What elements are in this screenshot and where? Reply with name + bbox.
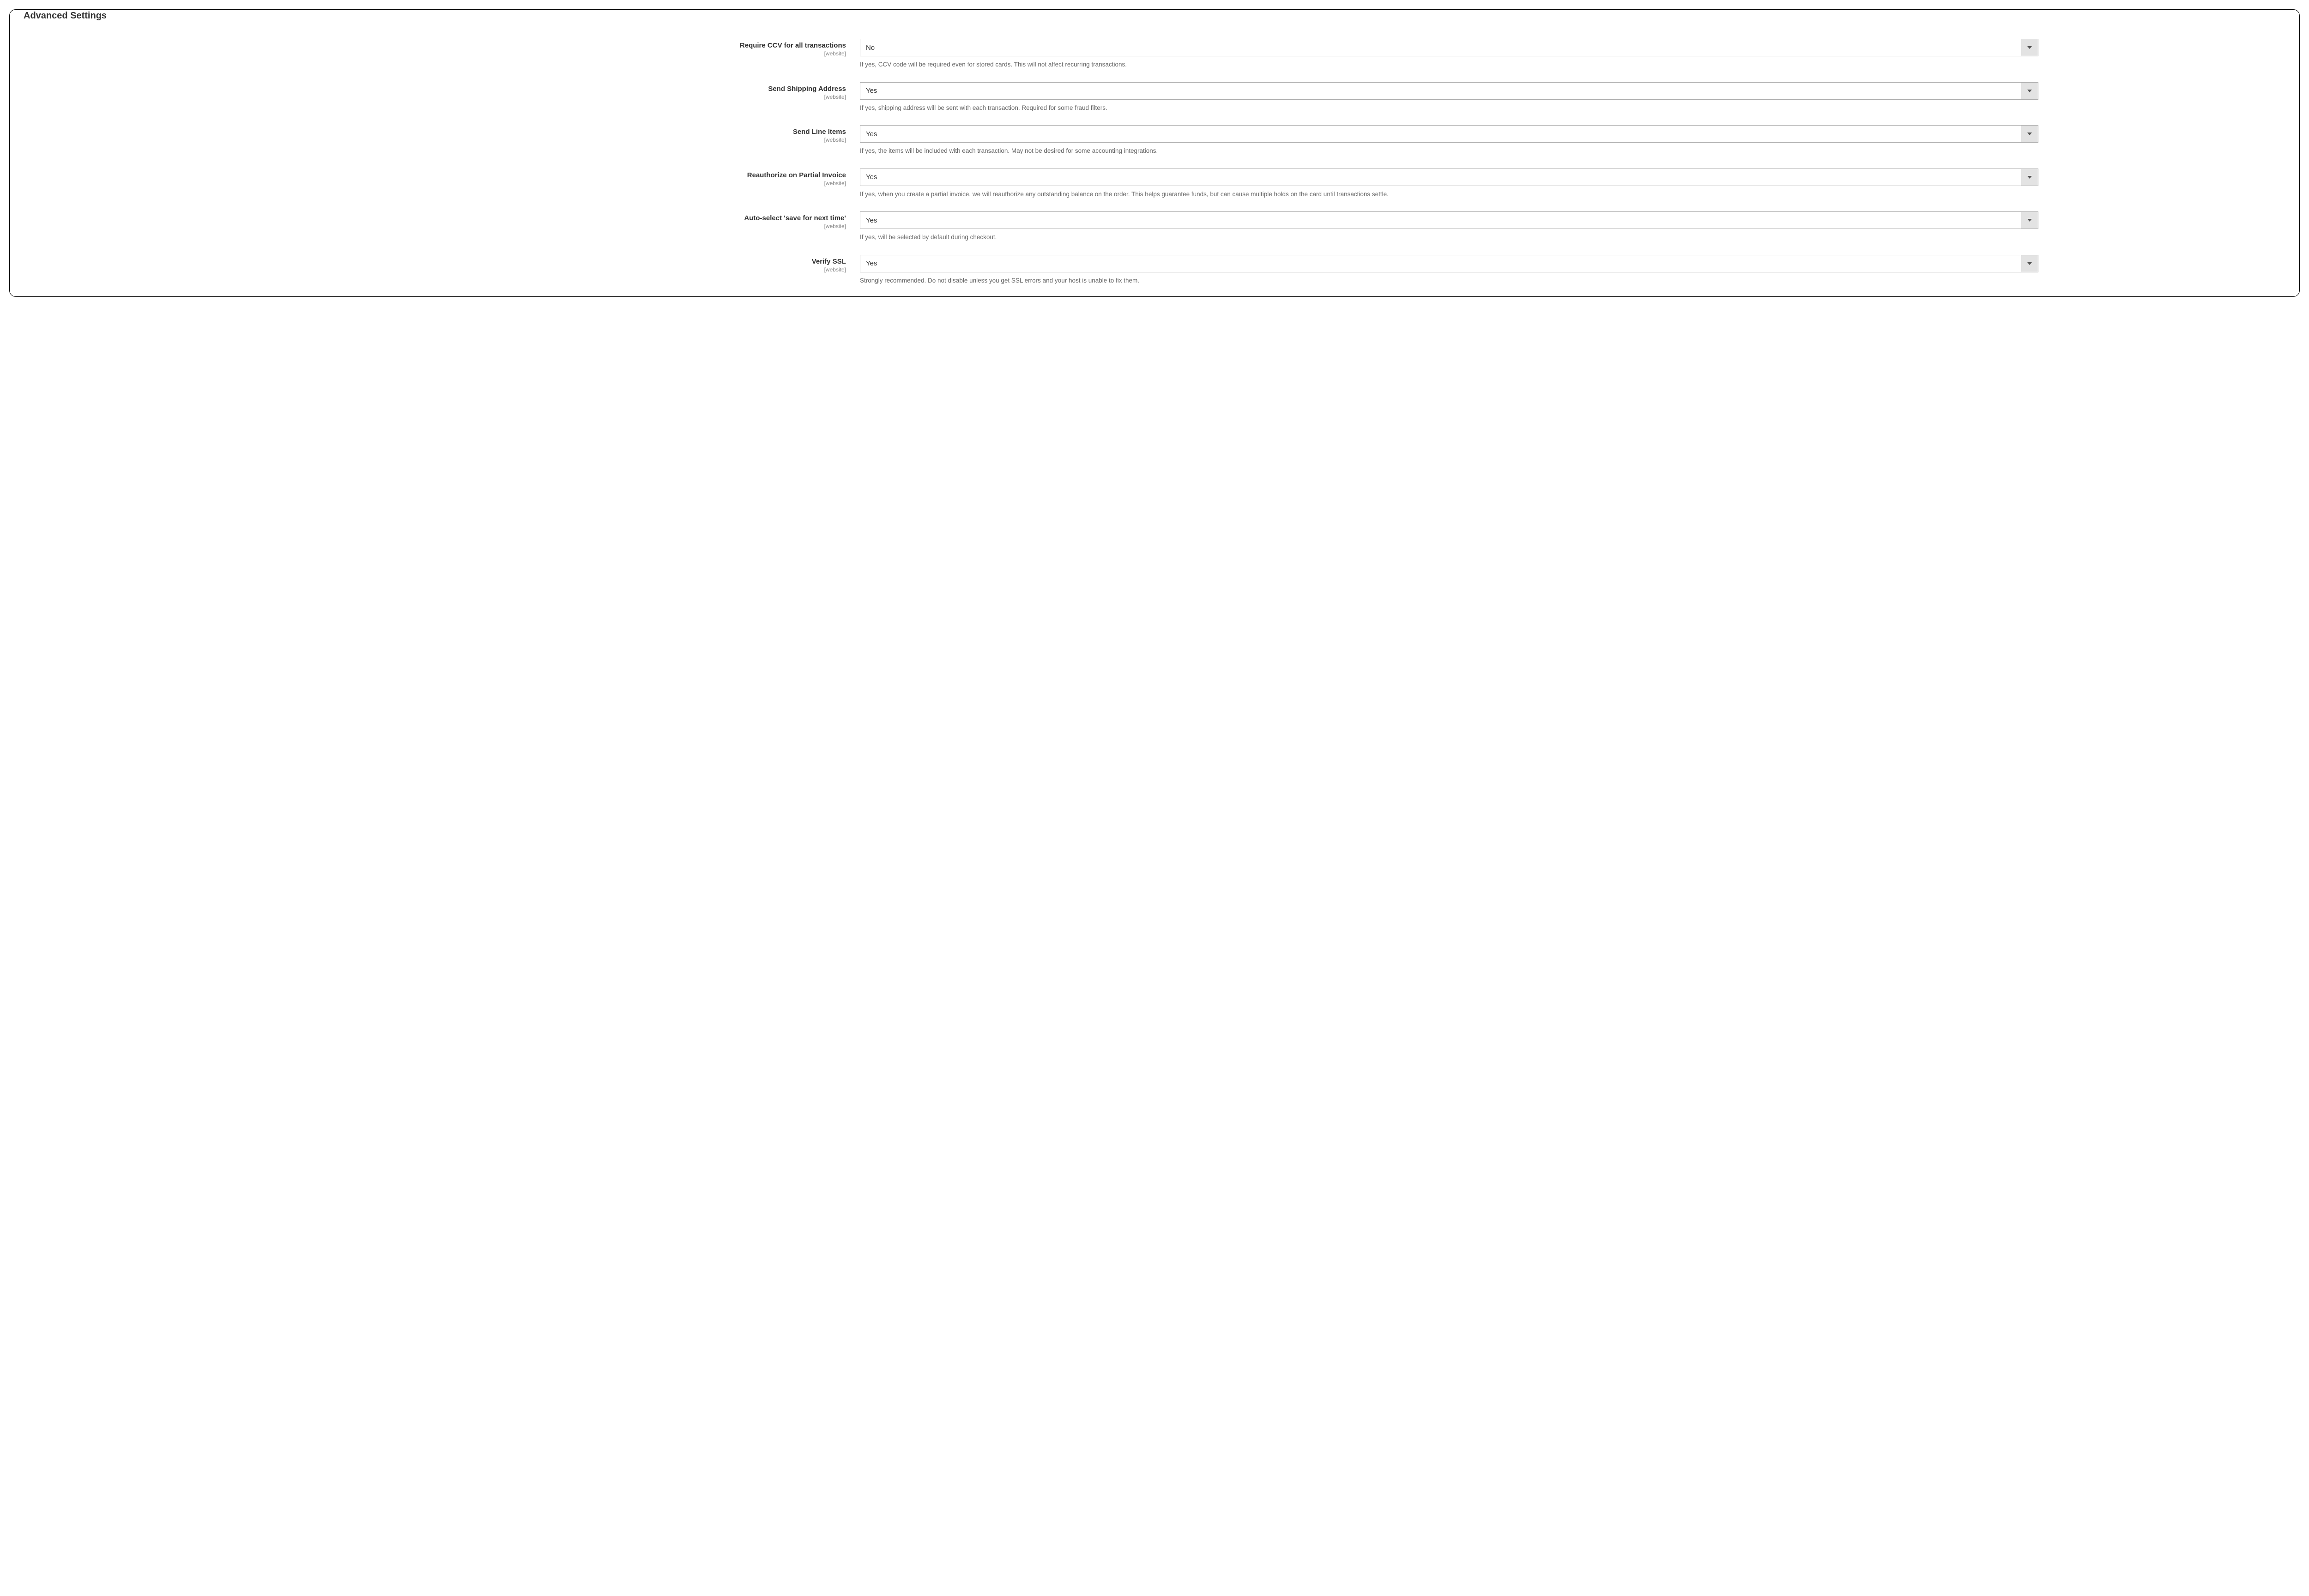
require-ccv-select-wrap: No — [860, 39, 2038, 56]
label-col: Send Line Items [website] — [21, 125, 860, 143]
auto-save-label: Auto-select 'save for next time' — [21, 214, 846, 222]
send-shipping-select-wrap: Yes — [860, 82, 2038, 100]
require-ccv-label: Require CCV for all transactions — [21, 42, 846, 49]
verify-ssl-label: Verify SSL — [21, 258, 846, 265]
reauthorize-select-wrap: Yes — [860, 169, 2038, 186]
send-line-items-select[interactable]: Yes — [860, 125, 2038, 143]
scope-label: [website] — [21, 50, 846, 57]
field-col: Yes If yes, will be selected by default … — [860, 211, 2038, 242]
scope-label: [website] — [21, 180, 846, 187]
row-send-shipping: Send Shipping Address [website] Yes If y… — [21, 82, 2288, 113]
scope-label: [website] — [21, 137, 846, 143]
send-line-items-help: If yes, the items will be included with … — [860, 146, 2038, 156]
reauthorize-select[interactable]: Yes — [860, 169, 2038, 186]
send-shipping-select[interactable]: Yes — [860, 82, 2038, 100]
verify-ssl-help: Strongly recommended. Do not disable unl… — [860, 276, 2038, 285]
verify-ssl-select[interactable]: Yes — [860, 255, 2038, 272]
label-col: Verify SSL [website] — [21, 255, 860, 273]
label-col: Auto-select 'save for next time' [websit… — [21, 211, 860, 229]
row-verify-ssl: Verify SSL [website] Yes Strongly recomm… — [21, 255, 2288, 285]
auto-save-select-wrap: Yes — [860, 211, 2038, 229]
advanced-settings-fieldset: Advanced Settings Require CCV for all tr… — [9, 9, 2300, 297]
field-col: Yes If yes, when you create a partial in… — [860, 169, 2038, 199]
scope-label: [website] — [21, 94, 846, 100]
reauthorize-label: Reauthorize on Partial Invoice — [21, 171, 846, 179]
send-line-items-label: Send Line Items — [21, 128, 846, 136]
label-col: Reauthorize on Partial Invoice [website] — [21, 169, 860, 187]
reauthorize-help: If yes, when you create a partial invoic… — [860, 190, 2038, 199]
row-send-line-items: Send Line Items [website] Yes If yes, th… — [21, 125, 2288, 156]
scope-label: [website] — [21, 266, 846, 273]
field-col: Yes If yes, shipping address will be sen… — [860, 82, 2038, 113]
row-reauthorize: Reauthorize on Partial Invoice [website]… — [21, 169, 2288, 199]
field-col: Yes If yes, the items will be included w… — [860, 125, 2038, 156]
row-auto-save: Auto-select 'save for next time' [websit… — [21, 211, 2288, 242]
row-require-ccv: Require CCV for all transactions [websit… — [21, 39, 2288, 69]
send-shipping-help: If yes, shipping address will be sent wi… — [860, 103, 2038, 113]
label-col: Require CCV for all transactions [websit… — [21, 39, 860, 57]
send-line-items-select-wrap: Yes — [860, 125, 2038, 143]
send-shipping-label: Send Shipping Address — [21, 85, 846, 93]
auto-save-select[interactable]: Yes — [860, 211, 2038, 229]
auto-save-help: If yes, will be selected by default duri… — [860, 233, 2038, 242]
section-title: Advanced Settings — [21, 11, 2288, 26]
verify-ssl-select-wrap: Yes — [860, 255, 2038, 272]
field-col: Yes Strongly recommended. Do not disable… — [860, 255, 2038, 285]
scope-label: [website] — [21, 223, 846, 229]
require-ccv-select[interactable]: No — [860, 39, 2038, 56]
label-col: Send Shipping Address [website] — [21, 82, 860, 100]
require-ccv-help: If yes, CCV code will be required even f… — [860, 60, 2038, 69]
field-col: No If yes, CCV code will be required eve… — [860, 39, 2038, 69]
